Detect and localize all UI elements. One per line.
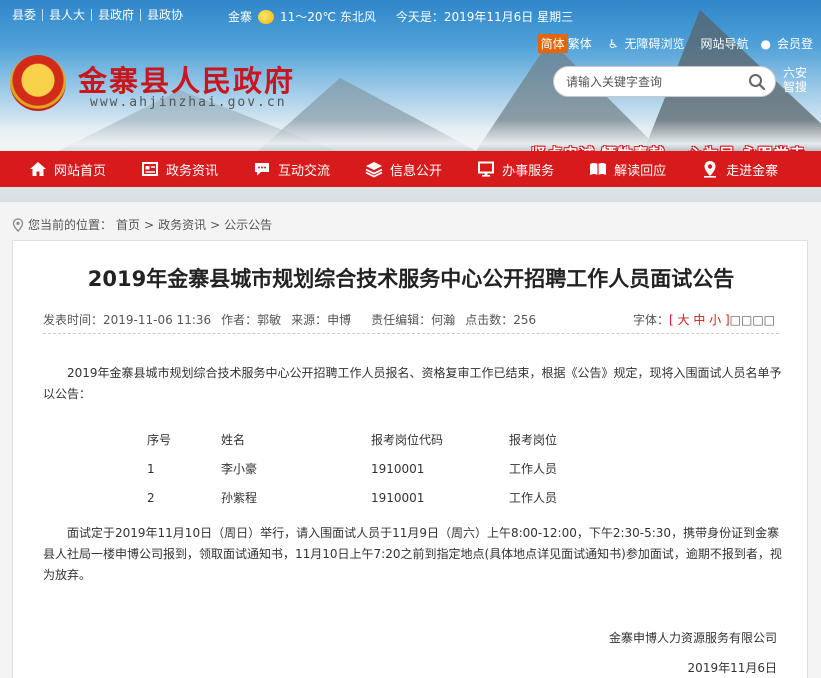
sun-icon — [258, 9, 275, 24]
header-post: 报考岗位 — [509, 433, 558, 447]
intro-paragraph: 2019年金寨县城市规划综合技术服务中心公开招聘工作人员报名、资格复审工作已结束… — [43, 366, 782, 401]
today-date: 今天是：2019年11月6日 星期三 — [395, 10, 574, 24]
article-panel: 2019年金寨县城市规划综合技术服务中心公开招聘工作人员面试公告 发表时间：20… — [12, 240, 808, 678]
nav-label: 互动交流 — [278, 163, 331, 179]
header-no: 序号 — [147, 433, 172, 447]
cell-post: 工作人员 — [509, 462, 558, 476]
nav-label: 办事服务 — [502, 163, 555, 179]
article-title: 2019年金寨县城市规划综合技术服务中心公开招聘工作人员面试公告 — [87, 267, 735, 291]
regional-search-link[interactable]: 六安 智搜 — [783, 66, 807, 94]
nav-news[interactable]: 政务资讯 — [112, 151, 224, 187]
news-icon — [142, 162, 159, 176]
cell-code: 1910001 — [371, 461, 425, 476]
breadcrumb: 您当前的位置： 首页 > 政务资讯 > 公示公告 — [12, 216, 272, 233]
notice-paragraph: 面试定于2019年11月10日（周日）举行，请入围面试人员于11月9日（周六）上… — [43, 526, 782, 582]
national-emblem-logo — [10, 55, 66, 111]
breadcrumb-prefix: 您当前的位置： — [28, 218, 113, 232]
chat-icon — [255, 163, 270, 176]
header-name: 姓名 — [221, 433, 246, 447]
table-row: 1 李小豪 1910001 工作人员 — [147, 454, 609, 483]
search-input[interactable] — [566, 74, 736, 89]
top-link-county-government[interactable]: 县政府 — [92, 9, 142, 21]
nav-interaction[interactable]: 互动交流 — [224, 151, 336, 187]
user-icon: ● — [760, 36, 771, 51]
nav-about-jinzhai[interactable]: 走进金寨 — [672, 151, 784, 187]
breadcrumb-home[interactable]: 首页 — [116, 216, 140, 233]
publish-time: 发表时间：2019-11-06 11:36 — [43, 313, 212, 327]
cell-post: 工作人员 — [509, 491, 558, 505]
site-title[interactable]: 金寨县人民政府 — [78, 58, 295, 100]
top-bar: 县委 县人大 县政府 县政协 金寨 11～20℃ 东北风 今天是：2019年11… — [0, 0, 821, 30]
cell-code: 1910001 — [371, 490, 425, 505]
location-pin-icon — [12, 217, 24, 232]
author: 作者：郭敏 — [221, 313, 282, 327]
nav-label: 信息公开 — [390, 163, 443, 179]
login-link[interactable]: 会员登 — [777, 35, 813, 52]
weather-place: 金寨 — [228, 10, 253, 24]
signer: 金寨申博人力资源服务有限公司 — [608, 631, 777, 645]
header-banner: 县委 县人大 县政府 县政协 金寨 11～20℃ 东北风 今天是：2019年11… — [0, 0, 821, 202]
region-line1: 六安 — [783, 66, 808, 80]
sitemap-link[interactable]: 网站导航 — [700, 35, 748, 52]
header-code: 报考岗位代码 — [371, 433, 444, 447]
breadcrumb-separator: > — [144, 217, 155, 232]
main-nav: 网站首页 政务资讯 互动交流 信息公开 办事服务 解读回应 走进金寨 — [0, 151, 821, 187]
click-count: 点击数：256 — [465, 313, 537, 327]
accessibility-icon: ♿ — [607, 36, 619, 51]
editor: 责任编辑：何瀚 — [371, 313, 456, 327]
site-url: www.ahjinzhai.gov.cn — [90, 95, 287, 110]
table-header-row: 序号 姓名 报考岗位代码 报考岗位 — [147, 425, 609, 454]
nav-disclosure[interactable]: 信息公开 — [336, 151, 448, 187]
monitor-icon — [478, 161, 495, 177]
home-icon — [30, 162, 46, 176]
nav-label: 解读回应 — [614, 163, 667, 179]
breadcrumb-separator: > — [210, 217, 221, 232]
nav-label: 走进金寨 — [726, 163, 779, 179]
table-row: 2 孙紫程 1910001 工作人员 — [147, 483, 609, 512]
traditional-button[interactable]: 繁体 — [568, 35, 592, 52]
font-size-options[interactable]: [ 大 中 小 ] — [669, 313, 730, 327]
cell-name: 李小豪 — [221, 462, 258, 476]
nav-label: 政务资讯 — [166, 163, 219, 179]
breadcrumb-notices[interactable]: 公示公告 — [224, 216, 272, 233]
top-links: 县委 县人大 县政府 县政协 — [0, 9, 189, 21]
book-icon — [590, 163, 607, 175]
weather-widget: 金寨 11～20℃ 东北风 今天是：2019年11月6日 星期三 — [228, 8, 573, 25]
search-box — [553, 66, 776, 97]
weather-temp: 11～20℃ 东北风 — [280, 10, 376, 24]
sign-date: 2019年11月6日 — [687, 661, 777, 675]
top-link-county-congress[interactable]: 县人大 — [43, 9, 93, 21]
breadcrumb-news[interactable]: 政务资讯 — [158, 216, 206, 233]
accessible-link[interactable]: 无障碍浏览 — [624, 35, 684, 52]
divider — [43, 333, 779, 334]
source: 来源：申博 — [291, 313, 352, 327]
region-line2: 智搜 — [783, 80, 808, 94]
nav-label: 网站首页 — [54, 163, 107, 179]
cell-no: 2 — [147, 490, 155, 505]
nav-interpretation[interactable]: 解读回应 — [560, 151, 672, 187]
simplified-button[interactable]: 简体 — [537, 34, 568, 53]
font-color-boxes[interactable]: □□□□ — [730, 313, 775, 327]
nav-services[interactable]: 办事服务 — [448, 151, 560, 187]
font-size-control: 字体：[ 大 中 小 ]□□□□ — [633, 311, 775, 328]
map-icon — [704, 161, 717, 178]
candidate-table: 序号 姓名 报考岗位代码 报考岗位 1 李小豪 1910001 工作人员 2 孙… — [147, 425, 609, 512]
cell-no: 1 — [147, 461, 155, 476]
font-label: 字体： — [633, 313, 670, 327]
search-icon[interactable] — [747, 72, 767, 92]
tool-links: 简体 繁体 ♿ 无障碍浏览 网站导航 ● 会员登 — [537, 34, 813, 53]
top-link-county-committee[interactable]: 县委 — [6, 9, 44, 21]
cell-name: 孙紫程 — [221, 491, 258, 505]
layers-icon — [365, 162, 383, 178]
nav-home[interactable]: 网站首页 — [0, 151, 112, 187]
top-link-county-cppcc[interactable]: 县政协 — [141, 9, 189, 21]
